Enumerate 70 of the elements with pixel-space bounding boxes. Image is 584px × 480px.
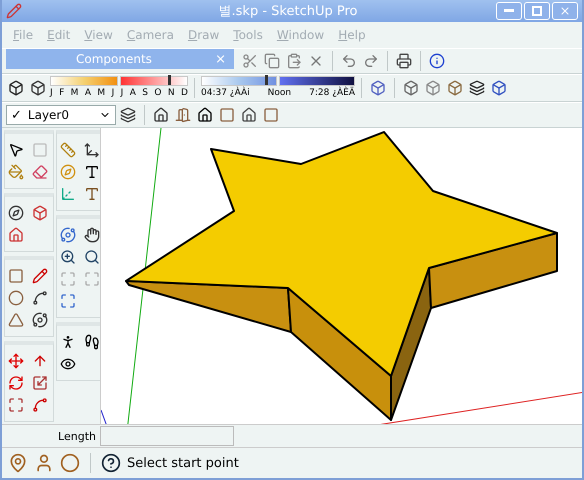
square-icon[interactable] [8, 268, 24, 284]
letter-icon[interactable] [84, 186, 100, 202]
eraser-icon[interactable] [32, 164, 48, 180]
measurement-field[interactable] [100, 426, 234, 446]
time-label: 04:37 ¿ÀÀi [201, 86, 250, 100]
measurement-label: Length [57, 430, 97, 442]
close-button[interactable]: × [215, 52, 226, 66]
month-label: M [70, 87, 78, 100]
layer-dropdown[interactable]: ✓ Layer0 [6, 105, 116, 125]
circle-icon[interactable] [8, 290, 24, 306]
minimize-icon [504, 9, 514, 13]
arc-icon[interactable] [32, 290, 48, 306]
month-label: O [154, 87, 162, 100]
push-pull-icon[interactable] [32, 353, 48, 369]
month-label: N [168, 87, 175, 100]
status-text: Select start point [127, 456, 239, 470]
zoom-icon[interactable] [60, 249, 76, 265]
month-label: D [181, 87, 188, 100]
app-icon [6, 3, 22, 19]
curve-icon[interactable] [32, 397, 48, 413]
footprints-icon[interactable] [84, 334, 100, 350]
tape-measure-icon[interactable] [60, 142, 76, 158]
maximize-icon [532, 6, 542, 16]
rotate-icon[interactable] [8, 375, 24, 391]
paste-icon[interactable] [286, 53, 302, 69]
month-label: J [112, 87, 114, 100]
copy-icon[interactable] [264, 53, 280, 69]
close-icon [559, 5, 571, 17]
help-icon[interactable] [101, 452, 121, 474]
door-icon[interactable] [175, 107, 191, 123]
compass-icon[interactable] [8, 205, 24, 221]
undo-icon[interactable] [341, 53, 357, 69]
dimension-icon[interactable] [84, 142, 100, 158]
redo-icon[interactable] [363, 53, 379, 69]
month-label: M [97, 87, 106, 100]
axis-line [101, 410, 110, 424]
pointer-icon[interactable] [8, 142, 24, 158]
axes-icon[interactable] [60, 186, 76, 202]
pencil-icon[interactable] [32, 268, 48, 284]
zoom-window-icon[interactable] [84, 249, 100, 265]
month-slider[interactable]: J F M A M J J A S O N D [50, 76, 188, 100]
scissors-icon[interactable] [242, 53, 258, 69]
time-label: Noon [268, 87, 292, 100]
house-icon[interactable] [8, 227, 24, 243]
spiral-icon[interactable] [32, 312, 48, 328]
month-label: J [120, 87, 124, 100]
move-icon[interactable] [8, 353, 24, 369]
time-slider[interactable]: 04:37 ¿ÀÀi Noon 7:28 ¿ÀÈÄ [201, 76, 355, 100]
month-label: S [142, 87, 148, 100]
info-icon[interactable] [429, 53, 445, 69]
location-icon[interactable] [8, 453, 28, 473]
month-label: F [59, 87, 64, 100]
slider-thumb[interactable] [264, 75, 268, 85]
box-icon[interactable] [32, 205, 48, 221]
hand-icon[interactable] [84, 227, 100, 243]
components-panel-header[interactable]: Components × [6, 49, 234, 69]
month-label: A [130, 87, 136, 100]
window-title: 별.skp - SketchUp Pro [218, 3, 358, 20]
month-label: J [50, 87, 53, 100]
text-icon[interactable] [84, 164, 100, 180]
paint-bucket-icon[interactable] [8, 164, 24, 180]
printer-icon[interactable] [396, 53, 412, 69]
orbit-icon[interactable] [60, 227, 76, 243]
slider-thumb[interactable] [168, 75, 171, 85]
panel-title: Components [76, 52, 152, 66]
month-label: A [84, 87, 91, 100]
eye-icon[interactable] [60, 356, 76, 372]
layer-manager-icon[interactable] [120, 107, 136, 123]
time-label: 7:28 ¿ÀÈÄ [309, 86, 355, 100]
triangle-icon[interactable] [8, 312, 24, 328]
